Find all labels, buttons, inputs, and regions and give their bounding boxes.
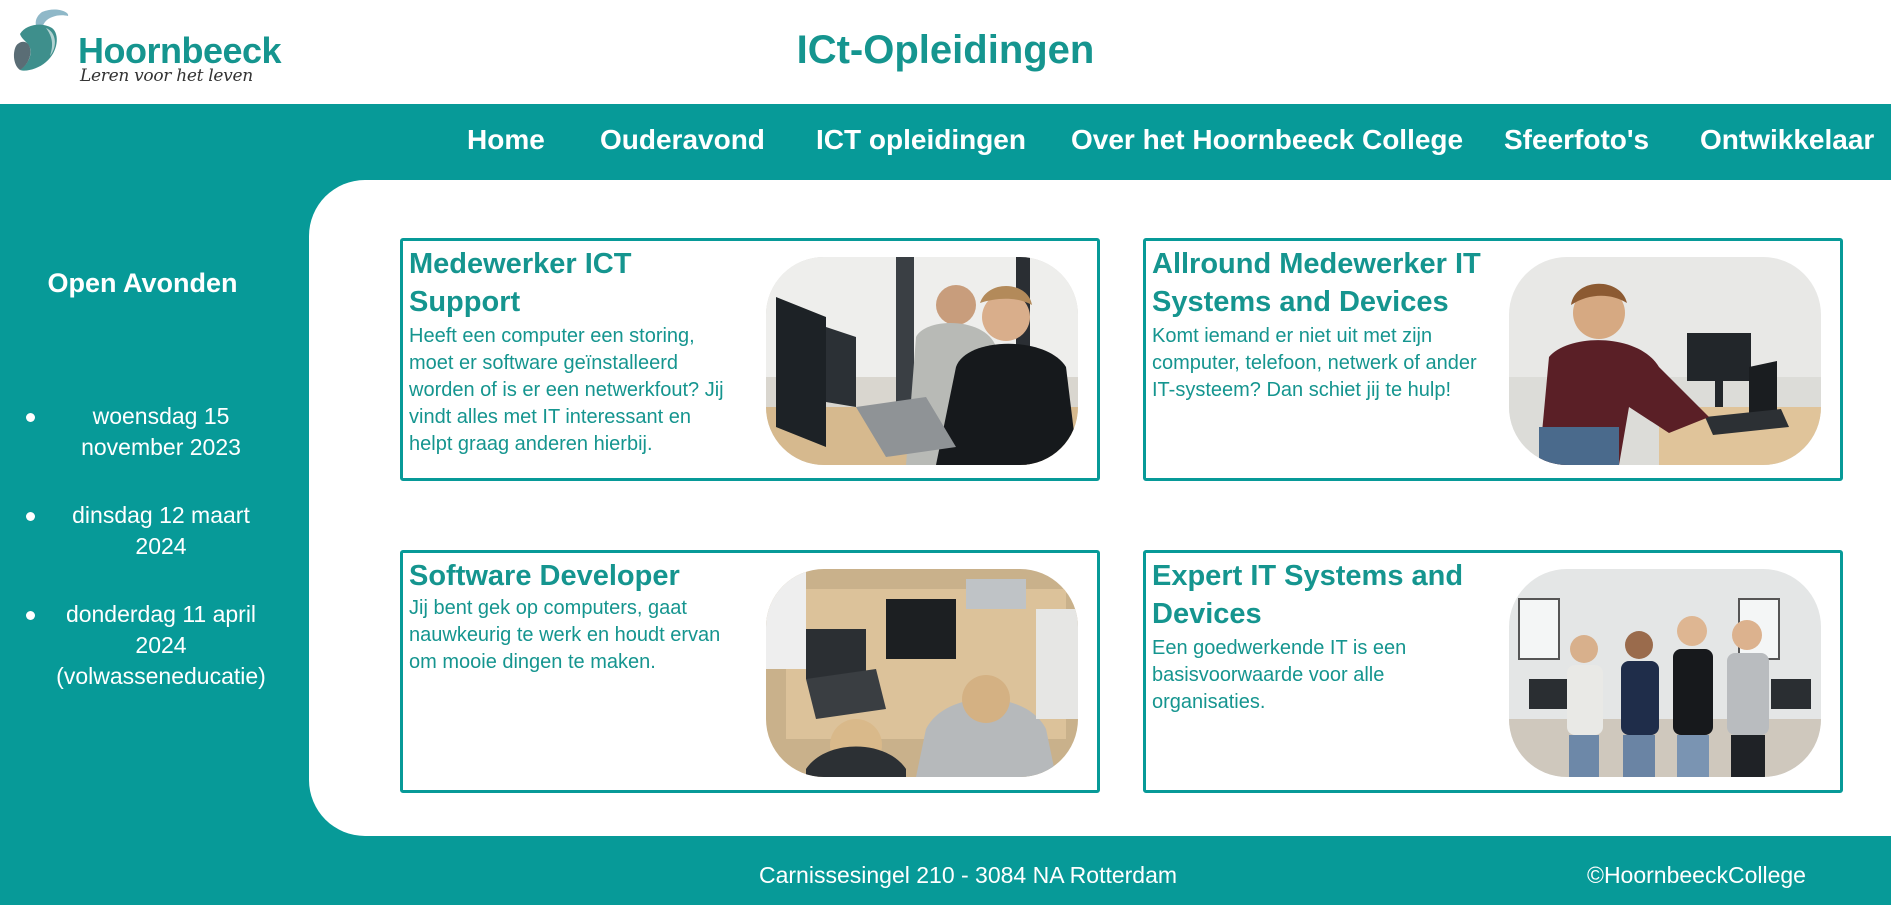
date-label: donderdag 11 april 2024 (volwasseneducat…	[56, 601, 266, 689]
course-card-ict-support[interactable]: Medewerker ICT Support Heeft een compute…	[400, 238, 1100, 481]
nav-item-home[interactable]: Home	[467, 124, 545, 156]
course-title: Software Developer	[409, 560, 680, 592]
course-title: Allround Medewerker IT Systems and Devic…	[1152, 248, 1481, 318]
nav-item-ontwikkelaar[interactable]: Ontwikkelaar	[1700, 124, 1874, 156]
sidebar-title: Open Avonden	[47, 268, 238, 298]
course-card-allround-it[interactable]: Allround Medewerker IT Systems and Devic…	[1143, 238, 1843, 481]
course-card-expert-it[interactable]: Expert IT Systems and Devices Een goedwe…	[1143, 550, 1843, 793]
list-item: donderdag 11 april 2024 (volwasseneducat…	[0, 599, 320, 692]
footer-address: Carnissesingel 210 - 3084 NA Rotterdam	[759, 862, 1178, 888]
site-footer: Carnissesingel 210 - 3084 NA Rotterdam ©…	[0, 836, 1891, 905]
date-label: woensdag 15 november 2023	[81, 403, 241, 460]
main-navigation: Home Ouderavond ICT opleidingen Over het…	[0, 104, 1891, 180]
course-overview: Medewerker ICT Support Heeft een compute…	[309, 180, 1891, 836]
bullet-icon	[26, 413, 35, 422]
footer-copyright: ©HoornbeeckCollege	[1587, 862, 1806, 888]
nav-item-ict-opleidingen[interactable]: ICT opleidingen	[816, 124, 1026, 156]
course-description: Komt iemand er niet uit met zijn compute…	[1152, 325, 1477, 401]
group-of-students-photo	[1509, 569, 1821, 777]
bullet-icon	[26, 611, 35, 620]
student-at-laptop-photo	[1509, 257, 1821, 465]
course-title: Medewerker ICT Support	[409, 248, 632, 318]
nav-item-over-hoornbeeck[interactable]: Over het Hoornbeeck College	[1071, 124, 1463, 156]
nav-item-sfeerfotos[interactable]: Sfeerfoto's	[1504, 124, 1649, 156]
students-coding-photo	[766, 569, 1078, 777]
list-item: dinsdag 12 maart 2024	[0, 500, 320, 562]
page-title: ICt-Opleidingen	[796, 28, 1095, 72]
list-item: woensdag 15 november 2023	[0, 401, 320, 463]
course-description: Jij bent gek op computers, gaat nauwkeur…	[409, 597, 721, 673]
site-header: Hoornbeeck Leren voor het leven ICt-Ople…	[0, 0, 1891, 104]
course-description: Een goedwerkende IT is een basisvoorwaar…	[1152, 637, 1407, 713]
course-title: Expert IT Systems and Devices	[1152, 560, 1464, 630]
course-description: Heeft een computer een storing, moet er …	[409, 325, 724, 455]
open-evenings-sidebar: Open Avonden woensdag 15 november 2023 d…	[0, 180, 310, 830]
course-card-software-developer[interactable]: Software Developer Jij bent gek op compu…	[400, 550, 1100, 793]
bullet-icon	[26, 512, 35, 521]
nav-item-ouderavond[interactable]: Ouderavond	[600, 124, 765, 156]
students-at-computers-photo	[766, 257, 1078, 465]
date-label: dinsdag 12 maart 2024	[72, 502, 250, 559]
